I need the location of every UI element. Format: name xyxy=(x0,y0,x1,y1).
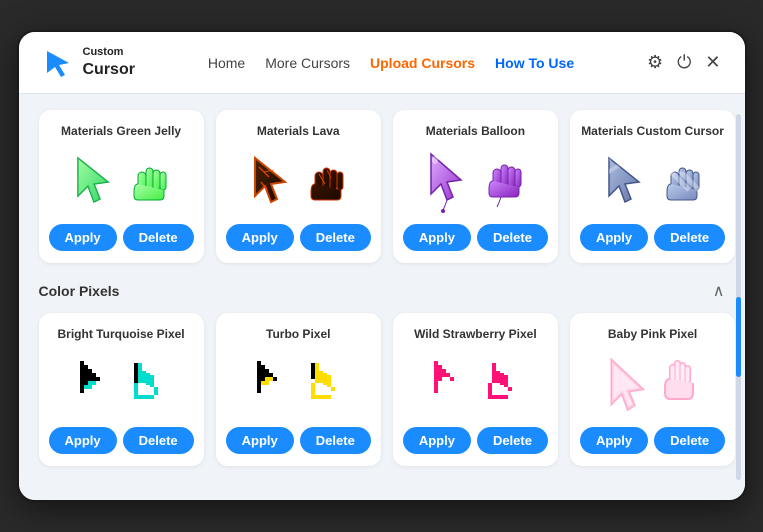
titlebar: Custom Cursor Home More Cursors Upload C… xyxy=(19,32,745,93)
turquoise-cursor-icon xyxy=(74,357,118,411)
lava-pointer-icon xyxy=(303,154,347,208)
custom-cursor-icon xyxy=(603,152,653,210)
logo-text: Custom Cursor xyxy=(83,46,135,78)
balloon-cursor-icon xyxy=(425,148,475,213)
card-balloon-buttons: Apply Delete xyxy=(403,224,548,251)
chevron-up-icon: ∧ xyxy=(713,283,725,300)
collapse-color-pixels-button[interactable]: ∧ xyxy=(713,281,725,301)
card-lava: Materials Lava xyxy=(216,110,381,263)
delete-custom-cursor-button[interactable]: Delete xyxy=(654,224,725,251)
scrollbar-thumb[interactable] xyxy=(736,297,741,377)
card-baby-pink-images xyxy=(606,349,700,419)
card-balloon: Materials Balloon xyxy=(393,110,558,263)
card-lava-title: Materials Lava xyxy=(257,124,340,138)
color-pixels-label: Color Pixels xyxy=(39,283,120,299)
card-turbo-pixel: Turbo Pixel xyxy=(216,313,381,466)
apply-lava-button[interactable]: Apply xyxy=(226,224,294,251)
nav-upload-cursors[interactable]: Upload Cursors xyxy=(370,55,475,71)
turbo-pointer-icon xyxy=(301,357,345,411)
apply-turquoise-button[interactable]: Apply xyxy=(49,427,117,454)
materials-grid: Materials Green Jelly xyxy=(39,110,725,263)
card-baby-pink-title: Baby Pink Pixel xyxy=(608,327,697,341)
delete-balloon-button[interactable]: Delete xyxy=(477,224,548,251)
card-turquoise-title: Bright Turquoise Pixel xyxy=(58,327,185,341)
card-balloon-images xyxy=(425,146,525,216)
strawberry-cursor-icon xyxy=(428,357,472,411)
card-balloon-title: Materials Balloon xyxy=(426,124,525,138)
card-turbo-images xyxy=(251,349,345,419)
app-window: Custom Cursor Home More Cursors Upload C… xyxy=(17,30,747,501)
card-custom-cursor-title: Materials Custom Cursor xyxy=(581,124,724,138)
power-icon: ⏻ xyxy=(677,52,691,73)
delete-baby-pink-button[interactable]: Delete xyxy=(654,427,725,454)
nav-how-to-use[interactable]: How To Use xyxy=(495,55,574,71)
balloon-pointer-icon xyxy=(481,151,525,211)
card-green-jelly-buttons: Apply Delete xyxy=(49,224,194,251)
nav-icons: ⚙ ⏻ ✕ xyxy=(647,52,720,73)
apply-custom-cursor-button[interactable]: Apply xyxy=(580,224,648,251)
card-turquoise-buttons: Apply Delete xyxy=(49,427,194,454)
turquoise-pointer-icon xyxy=(124,357,168,411)
nav-more-cursors[interactable]: More Cursors xyxy=(265,55,350,71)
apply-balloon-button[interactable]: Apply xyxy=(403,224,471,251)
apply-green-jelly-button[interactable]: Apply xyxy=(49,224,117,251)
color-pixels-grid: Bright Turquoise Pixel xyxy=(39,313,725,466)
close-icon: ✕ xyxy=(705,52,720,73)
baby-pink-cursor-icon xyxy=(606,357,650,411)
custom-pointer-icon xyxy=(659,154,703,208)
green-jelly-pointer-icon xyxy=(126,154,170,208)
card-lava-images xyxy=(249,146,347,216)
settings-icon: ⚙ xyxy=(647,52,663,73)
strawberry-pointer-icon xyxy=(478,357,522,411)
settings-button[interactable]: ⚙ xyxy=(647,52,663,73)
card-strawberry-images xyxy=(428,349,522,419)
apply-turbo-button[interactable]: Apply xyxy=(226,427,294,454)
card-strawberry-pixel: Wild Strawberry Pixel xyxy=(393,313,558,466)
card-custom-cursor-buttons: Apply Delete xyxy=(580,224,725,251)
content-area: Materials Green Jelly xyxy=(19,94,745,500)
card-turquoise-images xyxy=(74,349,168,419)
lava-cursor-icon xyxy=(249,152,297,210)
turbo-cursor-icon xyxy=(251,357,295,411)
green-jelly-cursor-icon xyxy=(72,152,120,210)
nav-home[interactable]: Home xyxy=(208,55,245,71)
delete-lava-button[interactable]: Delete xyxy=(300,224,371,251)
color-pixels-header: Color Pixels ∧ xyxy=(39,281,725,301)
card-strawberry-title: Wild Strawberry Pixel xyxy=(414,327,537,341)
card-green-jelly-title: Materials Green Jelly xyxy=(61,124,181,138)
card-baby-pink-buttons: Apply Delete xyxy=(580,427,725,454)
logo-icon xyxy=(43,47,75,79)
card-green-jelly-images xyxy=(72,146,170,216)
card-strawberry-buttons: Apply Delete xyxy=(403,427,548,454)
scrollbar-track[interactable] xyxy=(736,114,741,480)
delete-strawberry-button[interactable]: Delete xyxy=(477,427,548,454)
card-green-jelly: Materials Green Jelly xyxy=(39,110,204,263)
baby-pink-pointer-icon xyxy=(656,357,700,411)
card-turbo-buttons: Apply Delete xyxy=(226,427,371,454)
card-custom-cursor-images xyxy=(603,146,703,216)
delete-green-jelly-button[interactable]: Delete xyxy=(123,224,194,251)
apply-baby-pink-button[interactable]: Apply xyxy=(580,427,648,454)
card-custom-cursor: Materials Custom Cursor xyxy=(570,110,735,263)
close-button[interactable]: ✕ xyxy=(705,52,720,73)
delete-turquoise-button[interactable]: Delete xyxy=(123,427,194,454)
logo: Custom Cursor xyxy=(43,46,135,78)
apply-strawberry-button[interactable]: Apply xyxy=(403,427,471,454)
card-turquoise-pixel: Bright Turquoise Pixel xyxy=(39,313,204,466)
delete-turbo-button[interactable]: Delete xyxy=(300,427,371,454)
nav: Home More Cursors Upload Cursors How To … xyxy=(208,55,574,71)
card-lava-buttons: Apply Delete xyxy=(226,224,371,251)
card-turbo-title: Turbo Pixel xyxy=(266,327,330,341)
power-button[interactable]: ⏻ xyxy=(677,52,691,73)
card-baby-pink-pixel: Baby Pink Pixel xyxy=(570,313,735,466)
